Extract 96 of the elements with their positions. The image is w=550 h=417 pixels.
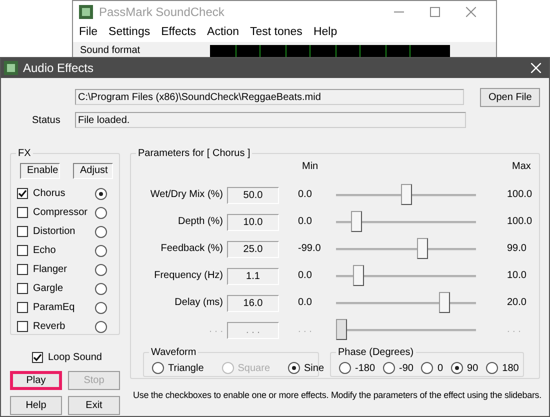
max-value: 100.0 (506, 188, 534, 202)
group-label: Sound format (80, 45, 140, 57)
max-value: 100.0 (506, 215, 534, 229)
value-field[interactable]: 1.1 (227, 268, 279, 285)
menu-item[interactable]: Help (313, 26, 338, 38)
checkbox[interactable] (17, 188, 28, 199)
adjust-radio[interactable] (95, 226, 107, 238)
parameter-label: Frequency (Hz) (153, 269, 224, 283)
radio-button[interactable] (152, 362, 164, 374)
radio-option[interactable]: -180 (339, 362, 376, 374)
status-label: Status (32, 114, 62, 126)
value-field[interactable]: 16.0 (227, 295, 279, 312)
radio-button[interactable] (421, 362, 434, 374)
checkbox[interactable] (17, 226, 28, 237)
adjust-radio[interactable] (95, 320, 107, 332)
min-value: 0.0 (297, 188, 313, 202)
checkbox[interactable] (17, 302, 28, 313)
checkbox[interactable] (17, 321, 28, 332)
column-header: Adjust (73, 163, 113, 179)
effect-checkbox[interactable]: Compressor (17, 207, 95, 218)
slider-thumb[interactable] (351, 211, 362, 232)
window-title: PassMark SoundCheck (73, 1, 496, 22)
max-value: . . . (506, 323, 522, 337)
radio-option[interactable]: -90 (383, 362, 414, 374)
parameter-label: Depth (%) (176, 215, 224, 229)
max-value: 99.0 (506, 242, 528, 256)
adjust-radio[interactable] (95, 282, 107, 294)
radio-option[interactable]: 0 (421, 362, 444, 374)
max-value: 20.0 (506, 296, 528, 310)
radio-option[interactable]: Sine (288, 362, 324, 374)
radio-option[interactable]: Triangle (152, 362, 204, 374)
value-field[interactable]: 50.0 (227, 187, 279, 204)
column-header: Enable (20, 163, 60, 179)
loop-sound-checkbox[interactable]: Loop Sound (32, 349, 120, 365)
max-value: 10.0 (506, 269, 528, 283)
value-field[interactable]: 10.0 (227, 214, 279, 231)
effect-checkbox[interactable]: ParamEq (17, 302, 95, 313)
radio-button[interactable] (486, 362, 498, 374)
min-value: 0.0 (297, 215, 313, 229)
checkbox[interactable] (17, 245, 28, 256)
adjust-radio[interactable] (95, 188, 107, 200)
radio-button[interactable] (288, 362, 300, 374)
dialog-button[interactable]: Exit (68, 396, 120, 415)
dialog-button[interactable]: Help (10, 396, 62, 415)
value-field[interactable]: 25.0 (227, 241, 279, 258)
file-path-field[interactable]: C:\Program Files (x86)\SoundCheck\ReggaeBeats.mid (75, 89, 464, 105)
radio-button[interactable] (451, 362, 464, 374)
parameter-label: Wet/Dry Mix (%) (149, 188, 224, 202)
slider-thumb[interactable] (400, 184, 412, 205)
column-header: Max (511, 160, 532, 174)
menu-item[interactable]: Settings (108, 26, 150, 38)
slider-thumb[interactable] (439, 292, 450, 313)
group-title: Parameters for [ Chorus ] (137, 148, 252, 159)
checkbox[interactable] (17, 264, 28, 275)
slider-thumb[interactable] (352, 265, 364, 286)
effect-checkbox[interactable]: Reverb (17, 321, 95, 332)
menu-item[interactable]: Test tones (250, 26, 302, 38)
min-value: 0.0 (297, 269, 313, 283)
parameter-label: Delay (ms) (174, 296, 224, 310)
group-title: Waveform (150, 347, 198, 358)
min-value: -99.0 (297, 242, 322, 256)
maximize-icon[interactable] (430, 6, 440, 17)
parameter-label: . . . (208, 323, 224, 337)
status-field: File loaded. (75, 112, 466, 128)
min-value: 0.0 (297, 296, 313, 310)
checkbox[interactable] (32, 352, 43, 362)
effect-checkbox[interactable]: Chorus (17, 188, 95, 199)
radio-option[interactable]: 180 (486, 362, 519, 374)
effect-checkbox[interactable]: Echo (17, 245, 95, 256)
effect-checkbox[interactable]: Gargle (17, 283, 95, 294)
open-file-button[interactable]: Open File (480, 88, 540, 106)
radio-button[interactable] (339, 362, 351, 374)
app-icon (79, 4, 93, 19)
parameter-label: Feedback (%) (160, 242, 224, 256)
adjust-radio[interactable] (95, 206, 107, 218)
slider-thumb[interactable] (417, 238, 428, 259)
checkbox[interactable] (17, 283, 28, 294)
hint-text: Use the checkboxes to enable one or more effects. Modify the parameters of the effect using the slidebars. (133, 389, 542, 401)
dialog-button[interactable]: Play (10, 371, 62, 390)
group-title: FX (17, 148, 32, 159)
effect-checkbox[interactable]: Distortion (17, 226, 95, 237)
effect-checkbox[interactable]: Flanger (17, 264, 95, 275)
radio-button[interactable] (383, 362, 396, 374)
group-title: Phase (Degrees) (337, 347, 415, 358)
menu-item[interactable]: Action (207, 26, 240, 38)
app-icon (4, 61, 18, 75)
adjust-radio[interactable] (95, 302, 107, 314)
dialog-title: Audio Effects (1, 58, 549, 78)
checkbox[interactable] (17, 207, 28, 218)
column-header: Min (301, 160, 320, 174)
menu-item[interactable]: File (79, 26, 98, 38)
adjust-radio[interactable] (95, 244, 107, 256)
radio-option[interactable]: 90 (451, 362, 478, 374)
menu-item[interactable]: Effects (161, 26, 196, 38)
adjust-radio[interactable] (95, 264, 107, 276)
min-value: . . . (297, 323, 313, 337)
